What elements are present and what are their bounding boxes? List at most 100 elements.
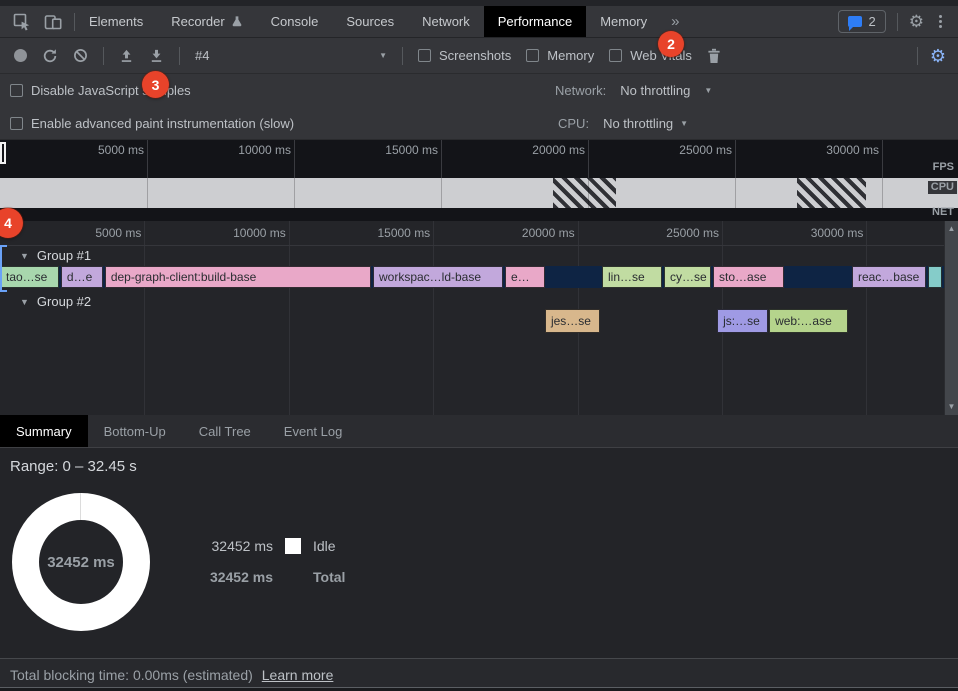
checkbox-box	[609, 49, 622, 62]
flame-bar[interactable]: lin…se	[602, 266, 662, 288]
tab-performance[interactable]: Performance	[484, 6, 586, 37]
chevron-down-icon: ▼	[379, 51, 387, 60]
legend-total-value: 32452 ms	[195, 569, 273, 585]
tab-summary[interactable]: Summary	[0, 415, 88, 447]
reload-and-record-icon[interactable]	[42, 48, 58, 64]
profile-select-value: #4	[195, 48, 209, 63]
tab-label: Call Tree	[199, 424, 251, 439]
triangle-down-icon: ▼	[20, 297, 29, 307]
toolbar-divider	[179, 47, 180, 65]
ruler-separator	[0, 245, 944, 246]
settings-gear-icon[interactable]: ⚙	[909, 13, 924, 30]
trash-icon[interactable]	[707, 48, 721, 64]
group2-label: Group #2	[37, 294, 91, 309]
overview-tick-line	[294, 140, 295, 178]
overview-tick-label: 20000 ms	[515, 143, 585, 157]
tab-memory[interactable]: Memory	[586, 6, 661, 37]
menu-dots-icon[interactable]	[935, 15, 946, 28]
flame-bar[interactable]: cy…se	[664, 266, 711, 288]
blocking-time-text: Total blocking time: 0.00ms (estimated)	[10, 667, 253, 683]
tab-bottom-up[interactable]: Bottom-Up	[92, 415, 178, 447]
save-profile-icon[interactable]	[149, 48, 164, 64]
tabbar-right-icons: 2 ⚙	[838, 10, 958, 33]
tab-sources[interactable]: Sources	[332, 6, 408, 37]
flame-bar[interactable]: d…e	[61, 266, 103, 288]
flame-bar[interactable]: web:…ase	[769, 309, 848, 333]
cpu-hatch	[553, 178, 616, 208]
overview-tick-label: 5000 ms	[74, 143, 144, 157]
record-button[interactable]	[14, 49, 27, 62]
learn-more-link[interactable]: Learn more	[262, 667, 334, 683]
tab-console[interactable]: Console	[257, 6, 333, 37]
flame-bar[interactable]: reac…base	[852, 266, 926, 288]
memory-checkbox[interactable]: Memory	[526, 48, 594, 63]
overview-tick-label: 25000 ms	[662, 143, 732, 157]
checkbox-label: Enable advanced paint instrumentation (s…	[31, 116, 294, 131]
overview-tick-line	[735, 140, 736, 178]
screenshots-checkbox[interactable]: Screenshots	[418, 48, 511, 63]
overview-tick-line	[588, 140, 589, 178]
details-tabbar: Summary Bottom-Up Call Tree Event Log	[0, 415, 958, 448]
summary-panel: Range: 0 – 32.45 s 32452 ms 32452 ms Idl…	[0, 448, 958, 658]
tab-network[interactable]: Network	[408, 6, 484, 37]
toolbar-right: ⚙	[917, 47, 958, 65]
checkbox-box	[418, 49, 431, 62]
flame-bar[interactable]: js:…se	[717, 309, 768, 333]
tab-label: Performance	[498, 14, 572, 29]
overview-tick-label: 10000 ms	[221, 143, 291, 157]
profile-select[interactable]: #4 ▼	[195, 48, 387, 63]
network-throttling-select[interactable]: Network: No throttling ▼	[555, 74, 712, 107]
devtools-window: Elements Recorder Console Sources Networ…	[0, 0, 958, 691]
load-profile-icon[interactable]	[119, 48, 134, 64]
clear-icon[interactable]	[73, 48, 88, 63]
donut-center-label: 32452 ms	[39, 554, 123, 571]
tab-label: Sources	[346, 14, 394, 29]
vertical-scrollbar[interactable]: ▲ ▼	[944, 221, 958, 415]
device-toolbar-icon[interactable]	[44, 13, 63, 31]
flame-bar[interactable]: dep-graph-client:build-base	[105, 266, 371, 288]
overview-tick-line	[882, 178, 883, 208]
scroll-up-icon[interactable]: ▲	[948, 225, 956, 233]
network-value: No throttling	[620, 83, 690, 98]
overview-left-handle[interactable]	[0, 142, 6, 164]
advanced-paint-checkbox[interactable]: Enable advanced paint instrumentation (s…	[10, 107, 294, 139]
cpu-hatch	[797, 178, 866, 208]
range-text: Range: 0 – 32.45 s	[10, 458, 137, 475]
flame-tick-label: 25000 ms	[649, 226, 719, 240]
tab-label: Network	[422, 14, 470, 29]
tab-call-tree[interactable]: Call Tree	[187, 415, 263, 447]
inspect-element-icon[interactable]	[13, 13, 31, 31]
timeline-overview[interactable]: 5000 ms10000 ms15000 ms20000 ms25000 ms3…	[0, 140, 958, 221]
toolbar-divider	[402, 47, 403, 65]
flame-tick-label: 30000 ms	[793, 226, 863, 240]
checkbox-box	[10, 117, 23, 130]
cpu-value: No throttling	[603, 116, 673, 131]
tabbar-tool-icons	[0, 13, 74, 31]
checkbox-box	[10, 84, 23, 97]
flame-chart[interactable]: 5000 ms10000 ms15000 ms20000 ms25000 ms3…	[0, 221, 958, 415]
overview-cpu-band	[0, 178, 958, 208]
flame-bar[interactable]: sto…ase	[713, 266, 784, 288]
tab-recorder[interactable]: Recorder	[157, 6, 256, 37]
flame-bar[interactable]	[928, 266, 942, 288]
cpu-throttling-select[interactable]: CPU: No throttling ▼	[558, 107, 688, 139]
more-tabs-chevron[interactable]: »	[661, 13, 689, 30]
chevron-down-icon: ▼	[680, 119, 688, 128]
flame-tick-label: 10000 ms	[216, 226, 286, 240]
scroll-down-icon[interactable]: ▼	[948, 403, 956, 411]
tab-elements[interactable]: Elements	[75, 6, 157, 37]
checkbox-box	[526, 49, 539, 62]
flame-bar[interactable]: workspac…ld-base	[373, 266, 503, 288]
flame-bar[interactable]: jes…se	[545, 309, 600, 333]
tab-event-log[interactable]: Event Log	[272, 415, 355, 447]
message-bubble-icon	[848, 16, 862, 27]
lane-label-cpu: CPU	[928, 181, 957, 194]
capture-settings-gear-icon[interactable]: ⚙	[930, 47, 946, 65]
flame-bar[interactable]: e…	[505, 266, 545, 288]
overview-tick-line	[147, 178, 148, 208]
issues-counter-button[interactable]: 2	[838, 10, 886, 33]
group1-header[interactable]: ▼ Group #1	[20, 248, 91, 263]
group2-header[interactable]: ▼ Group #2	[20, 294, 91, 309]
tab-label: Memory	[600, 14, 647, 29]
group1-track: tao…sed…edep-graph-client:build-basework…	[0, 266, 944, 288]
